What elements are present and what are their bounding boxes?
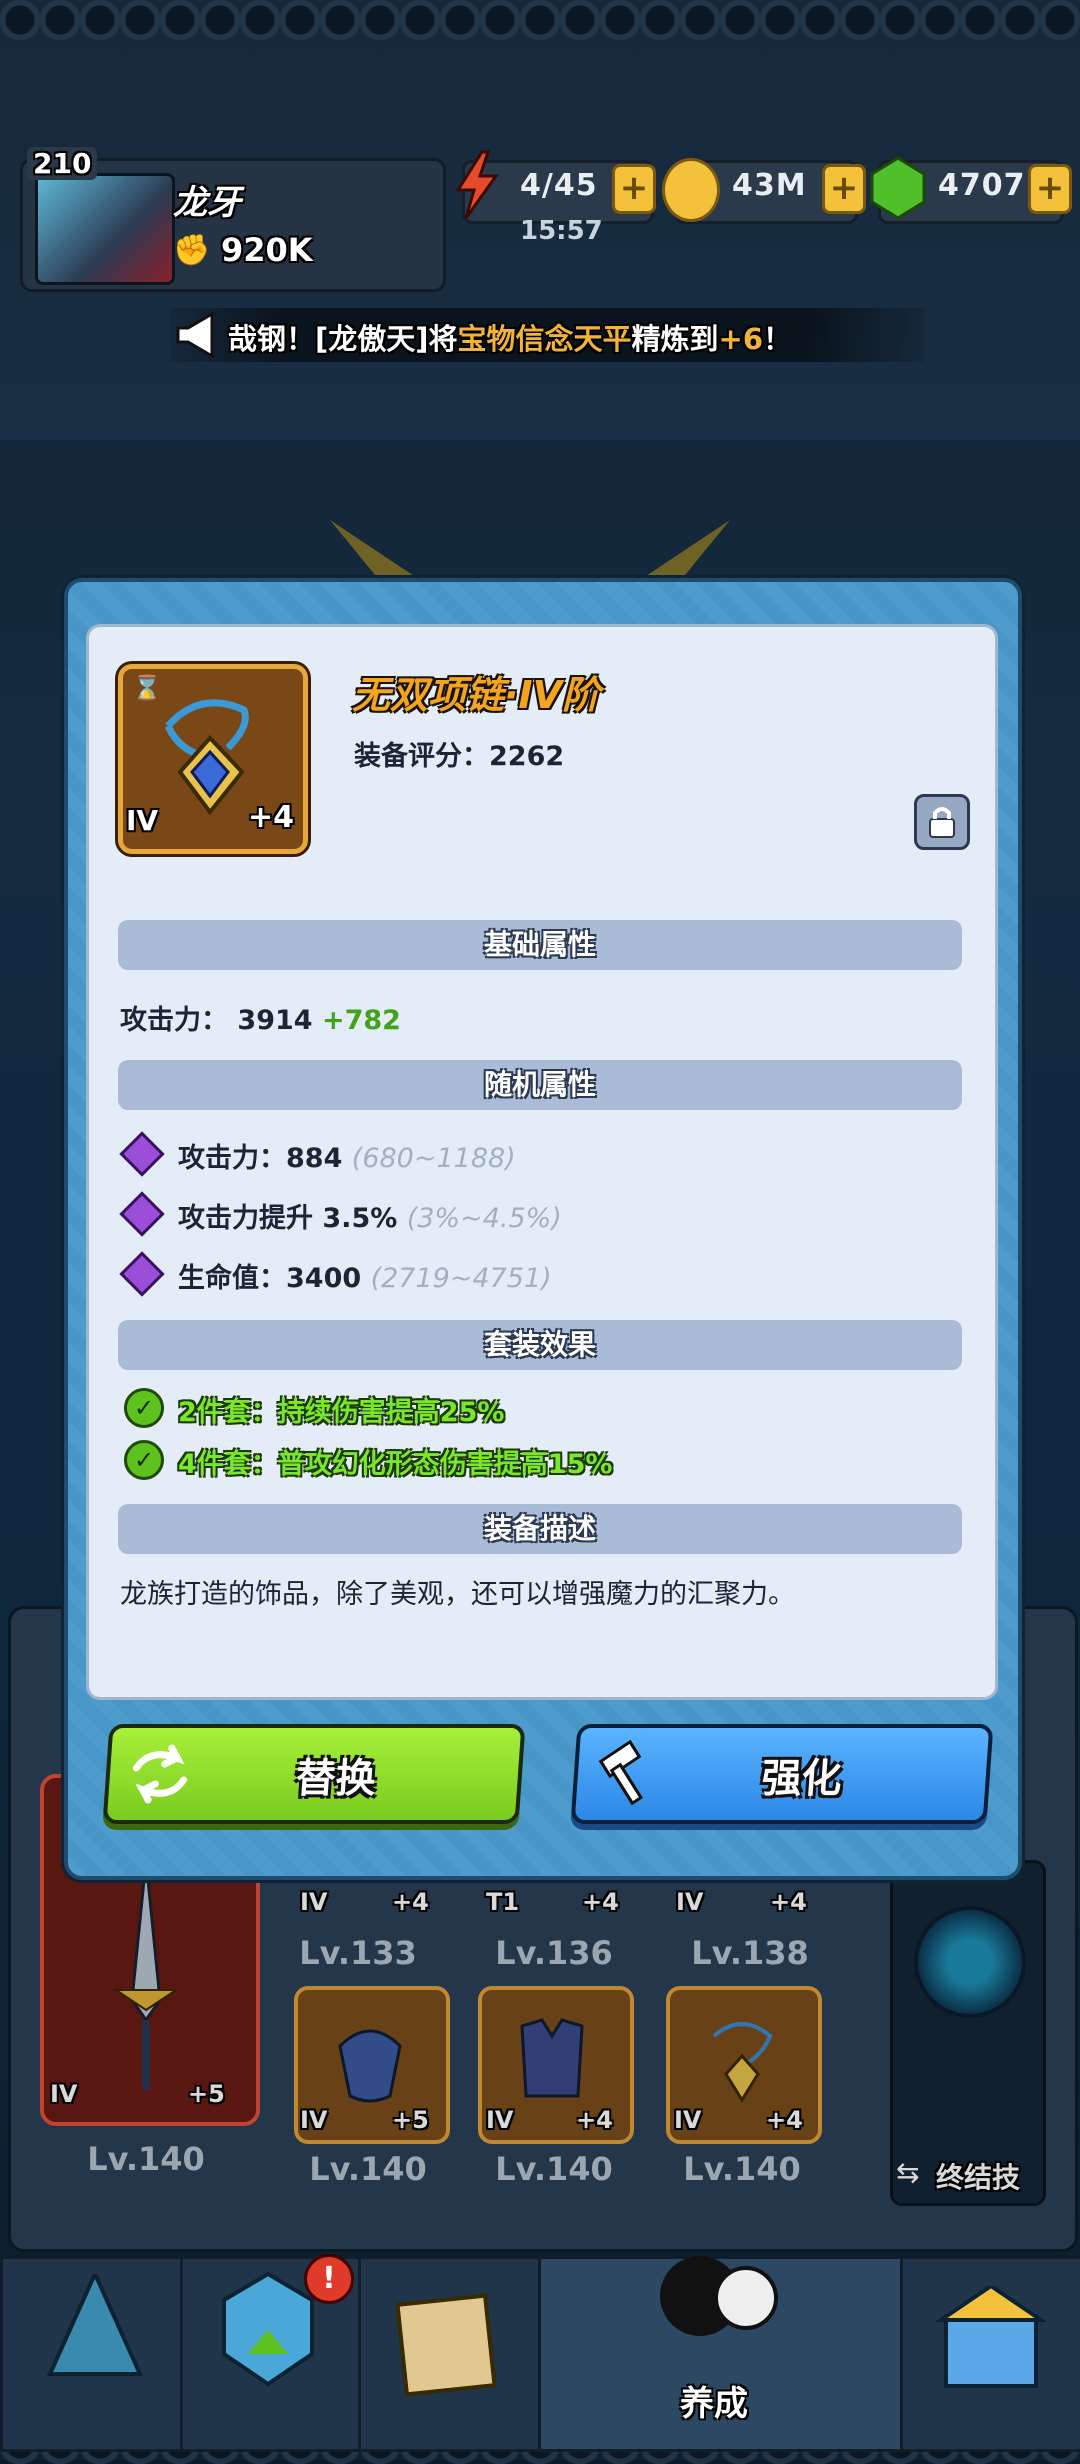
swap-arrows-icon — [132, 1744, 188, 1804]
gem-value: 4707 — [938, 168, 1026, 203]
item-tier-badge: IV — [126, 804, 159, 837]
section-base-title: 基础属性 — [483, 928, 596, 961]
random-stat-2: 攻击力提升 3.5% (3%~4.5%) — [178, 1196, 562, 1235]
green-gem-icon — [870, 156, 926, 224]
section-set-effects: 套装效果 — [118, 1320, 962, 1370]
gold-value: 43M — [732, 168, 807, 203]
broadcast-item: 宝物信念天平 — [457, 322, 632, 356]
player-avatar[interactable] — [35, 173, 175, 285]
random-stat-3-range: (2719~4751) — [370, 1263, 552, 1294]
top-border-decoration — [0, 0, 1080, 40]
section-description: 装备描述 — [118, 1504, 962, 1554]
broadcast-suffix: ！ — [763, 322, 793, 356]
lock-icon — [929, 807, 955, 838]
player-level: 210 — [27, 147, 98, 180]
energy-icon — [452, 150, 500, 224]
gold-coin-icon — [662, 158, 720, 222]
enhance-button-label: 强化 — [760, 1756, 844, 1802]
upgrade-shield-icon — [218, 2270, 318, 2394]
power-icon: ✊ — [173, 233, 211, 268]
base-stat-value: 3914 — [237, 1005, 313, 1036]
crystal-icon — [40, 2269, 150, 2398]
base-stat-bonus: +782 — [321, 1005, 401, 1036]
section-random-attributes: 随机属性 — [118, 1060, 962, 1110]
item-enhance-level: +4 — [248, 800, 295, 835]
megaphone-icon — [172, 310, 222, 360]
random-stat-2-label: 攻击力提升 3.5% — [178, 1203, 398, 1234]
set-effect-4pc: 4件套：普攻幻化形态伤害提高15% — [178, 1449, 613, 1480]
energy-value: 4/45 — [520, 168, 598, 203]
player-power: 920K — [221, 231, 313, 269]
replace-button[interactable]: 替换 — [102, 1724, 526, 1824]
base-stat-label: 攻击力： — [120, 1005, 228, 1036]
random-stat-2-range: (3%~4.5%) — [406, 1203, 562, 1234]
item-description: 龙族打造的饰品，除了美观，还可以增强魔力的汇聚力。 — [120, 1579, 795, 1610]
base-stat-line: 攻击力： 3914 +782 — [120, 998, 401, 1037]
gem-plus-button[interactable]: + — [1028, 164, 1072, 214]
lock-button[interactable] — [914, 794, 970, 850]
replace-button-label: 替换 — [294, 1756, 378, 1802]
set-effect-2pc: 2件套：持续伤害提高25% — [178, 1397, 505, 1428]
section-set-title: 套装效果 — [483, 1328, 596, 1361]
random-stat-3-label: 生命值：3400 — [178, 1263, 362, 1294]
energy-timer: 15:57 — [520, 216, 603, 246]
broadcast-level: +6 — [718, 322, 764, 356]
section-base-attributes: 基础属性 — [118, 920, 962, 970]
broadcast-middle: 精炼到 — [631, 322, 719, 356]
section-random-title: 随机属性 — [483, 1068, 596, 1101]
nav-active-label: 养成 — [680, 2384, 748, 2424]
hammer-icon — [598, 1740, 643, 1806]
player-name: 龙牙 — [173, 183, 241, 223]
check-icon: ✓ — [124, 1440, 164, 1480]
map-icon — [395, 2290, 497, 2404]
random-stat-3: 生命值：3400 (2719~4751) — [178, 1256, 552, 1295]
energy-plus-button[interactable]: + — [612, 164, 656, 214]
item-name: 无双项链·IV阶 — [352, 673, 600, 717]
notification-badge: ! — [304, 2254, 354, 2304]
random-stat-1-range: (680~1188) — [351, 1143, 516, 1174]
random-stat-1-label: 攻击力：884 — [178, 1143, 343, 1174]
broadcast-text: 哉钢！[龙傲天]将宝物信念天平精炼到+6！ — [228, 316, 792, 358]
enhance-button[interactable]: 强化 — [570, 1724, 994, 1824]
gold-plus-button[interactable]: + — [822, 164, 866, 214]
random-stat-1: 攻击力：884 (680~1188) — [178, 1136, 516, 1175]
player-panel[interactable]: 210 龙牙 ✊ 920K — [20, 147, 446, 292]
item-score: 装备评分：2262 — [354, 741, 565, 772]
guild-icon — [934, 2283, 1048, 2400]
broadcast-prefix: 哉钢！[龙傲天]将 — [228, 322, 458, 356]
section-desc-title: 装备描述 — [483, 1512, 596, 1545]
check-icon: ✓ — [124, 1388, 164, 1428]
